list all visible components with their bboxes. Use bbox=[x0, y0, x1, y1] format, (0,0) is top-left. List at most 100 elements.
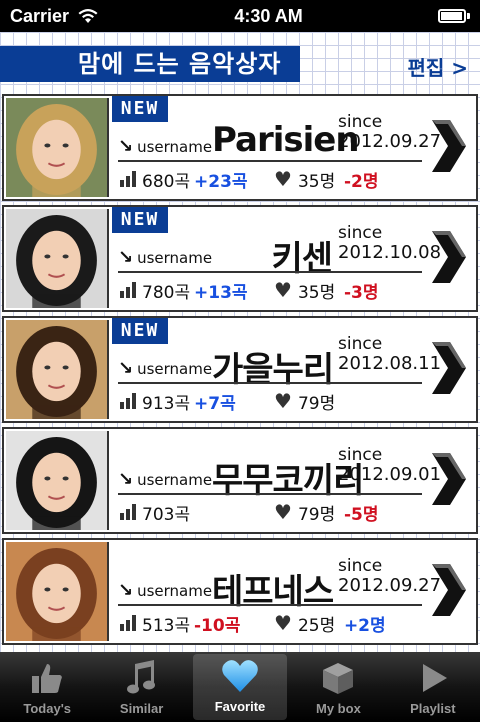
music-box-card[interactable]: ↘ username 무무코끼리 since 2012.09.01 703곡 ♥… bbox=[2, 427, 478, 534]
like-count: 79명 bbox=[297, 393, 336, 414]
bar-chart-icon bbox=[120, 282, 136, 298]
user-line: ↘ username bbox=[118, 469, 212, 490]
box-icon bbox=[318, 659, 358, 697]
new-badge: NEW bbox=[112, 318, 168, 344]
user-line: ↘ username bbox=[118, 580, 212, 601]
stats-row: 680곡 +23곡 ♥ 35명 -2명 bbox=[120, 166, 430, 192]
avatar bbox=[6, 209, 109, 308]
since-date: 2012.09.01 bbox=[338, 464, 442, 485]
since-date: 2012.10.08 bbox=[338, 242, 442, 263]
status-bar: Carrier 4:30 AM bbox=[0, 0, 480, 32]
tab-label: My box bbox=[316, 701, 361, 716]
stats-row: 513곡 -10곡 ♥ 25명 +2명 bbox=[120, 610, 430, 636]
music-box-card[interactable]: NEW ↘ username 가을누리 since 2012.08.11 913… bbox=[2, 316, 478, 423]
username: username bbox=[137, 360, 213, 378]
stats-row: 913곡 +7곡 ♥ 79명 bbox=[120, 388, 430, 414]
stats-row: 703곡 ♥ 79명 -5명 bbox=[120, 499, 430, 525]
since-block: since 2012.08.11 bbox=[338, 334, 441, 374]
carrier-label: Carrier bbox=[10, 5, 70, 26]
avatar bbox=[6, 431, 109, 530]
arrow-down-right-icon: ↘ bbox=[118, 580, 134, 601]
username: username bbox=[137, 138, 213, 156]
song-count: 780곡 bbox=[142, 282, 191, 303]
since-block: since 2012.09.01 bbox=[338, 445, 441, 485]
tab-label: Today's bbox=[23, 701, 72, 716]
since-label: since bbox=[338, 112, 383, 132]
chevron-right-icon[interactable] bbox=[428, 560, 468, 620]
since-label: since bbox=[338, 445, 383, 465]
username: username bbox=[137, 249, 213, 267]
content-area: 맘에 드는 음악상자 편집 > NEW ↘ username Parisien … bbox=[0, 32, 480, 652]
user-line: ↘ username bbox=[118, 136, 213, 157]
song-delta: +23곡 bbox=[194, 171, 248, 192]
song-count: 703곡 bbox=[142, 504, 191, 525]
chevron-right-icon[interactable] bbox=[428, 449, 468, 509]
stats-row: 780곡 +13곡 ♥ 35명 -3명 bbox=[120, 277, 430, 303]
since-block: since 2012.09.27 bbox=[338, 112, 441, 152]
page-title: 맘에 드는 음악상자 bbox=[0, 46, 300, 82]
bar-chart-icon bbox=[120, 393, 136, 409]
tab-label: Playlist bbox=[410, 701, 456, 716]
play-icon bbox=[413, 659, 453, 697]
like-count: 79명 bbox=[297, 504, 336, 525]
arrow-down-right-icon: ↘ bbox=[118, 136, 134, 157]
since-date: 2012.09.27 bbox=[338, 131, 442, 152]
heart-icon: ♥ bbox=[274, 167, 292, 191]
music-note-icon bbox=[122, 659, 162, 697]
divider bbox=[118, 382, 422, 384]
heart-icon: ♥ bbox=[274, 389, 292, 413]
heart-icon: ♥ bbox=[274, 500, 292, 524]
since-label: since bbox=[338, 223, 383, 243]
wifi-icon bbox=[77, 8, 99, 24]
song-delta: +13곡 bbox=[194, 282, 248, 303]
tab-label: Favorite bbox=[214, 699, 266, 714]
arrow-down-right-icon: ↘ bbox=[118, 247, 134, 268]
song-count: 913곡 bbox=[142, 393, 191, 414]
song-count: 513곡 bbox=[142, 615, 191, 636]
divider bbox=[118, 604, 422, 606]
like-delta: -5명 bbox=[343, 504, 379, 525]
clock: 4:30 AM bbox=[234, 5, 303, 26]
new-badge: NEW bbox=[112, 207, 168, 233]
like-delta: -3명 bbox=[343, 282, 379, 303]
since-label: since bbox=[338, 334, 383, 354]
like-count: 35명 bbox=[297, 171, 336, 192]
user-line: ↘ username bbox=[118, 360, 213, 379]
bar-chart-icon bbox=[120, 504, 136, 520]
tab-playlist[interactable]: Playlist bbox=[386, 652, 480, 722]
since-date: 2012.09.27 bbox=[338, 575, 442, 596]
like-count: 35명 bbox=[297, 282, 336, 303]
avatar bbox=[6, 320, 109, 419]
divider bbox=[118, 160, 422, 162]
thumbs-up-icon bbox=[27, 659, 67, 697]
user-line: ↘ username bbox=[118, 247, 213, 268]
heart-icon: ♥ bbox=[274, 278, 292, 302]
music-box-card[interactable]: NEW ↘ username 키센 since 2012.10.08 780곡 … bbox=[2, 205, 478, 312]
tab-my-box[interactable]: My box bbox=[291, 652, 385, 722]
divider bbox=[118, 271, 422, 273]
avatar bbox=[6, 542, 109, 641]
music-box-card[interactable]: ↘ username 테프네스 since 2012.09.27 513곡 -1… bbox=[2, 538, 478, 645]
like-delta: +2명 bbox=[343, 615, 386, 636]
tab-similar[interactable]: Similar bbox=[94, 652, 188, 722]
tab-label: Similar bbox=[119, 701, 164, 716]
divider bbox=[118, 493, 422, 495]
battery-icon bbox=[438, 9, 470, 23]
since-label: since bbox=[338, 556, 383, 576]
chevron-right-icon[interactable] bbox=[428, 338, 468, 398]
bar-chart-icon bbox=[120, 171, 136, 187]
edit-button[interactable]: 편집 > bbox=[407, 52, 468, 81]
heart-icon bbox=[220, 657, 260, 695]
chevron-right-icon[interactable] bbox=[428, 227, 468, 287]
song-count: 680곡 bbox=[142, 171, 191, 192]
new-badge: NEW bbox=[112, 96, 168, 122]
chevron-right-icon[interactable] bbox=[428, 116, 468, 176]
tab-today-s[interactable]: Today's bbox=[0, 652, 94, 722]
arrow-down-right-icon: ↘ bbox=[118, 469, 134, 490]
song-delta: -10곡 bbox=[194, 615, 241, 636]
like-delta: -2명 bbox=[343, 171, 379, 192]
music-box-card[interactable]: NEW ↘ username Parisien since 2012.09.27… bbox=[2, 94, 478, 201]
bar-chart-icon bbox=[120, 615, 136, 631]
tab-favorite[interactable]: Favorite bbox=[192, 654, 288, 720]
tab-bar: Today's Similar Favorite My box Playlist bbox=[0, 652, 480, 722]
